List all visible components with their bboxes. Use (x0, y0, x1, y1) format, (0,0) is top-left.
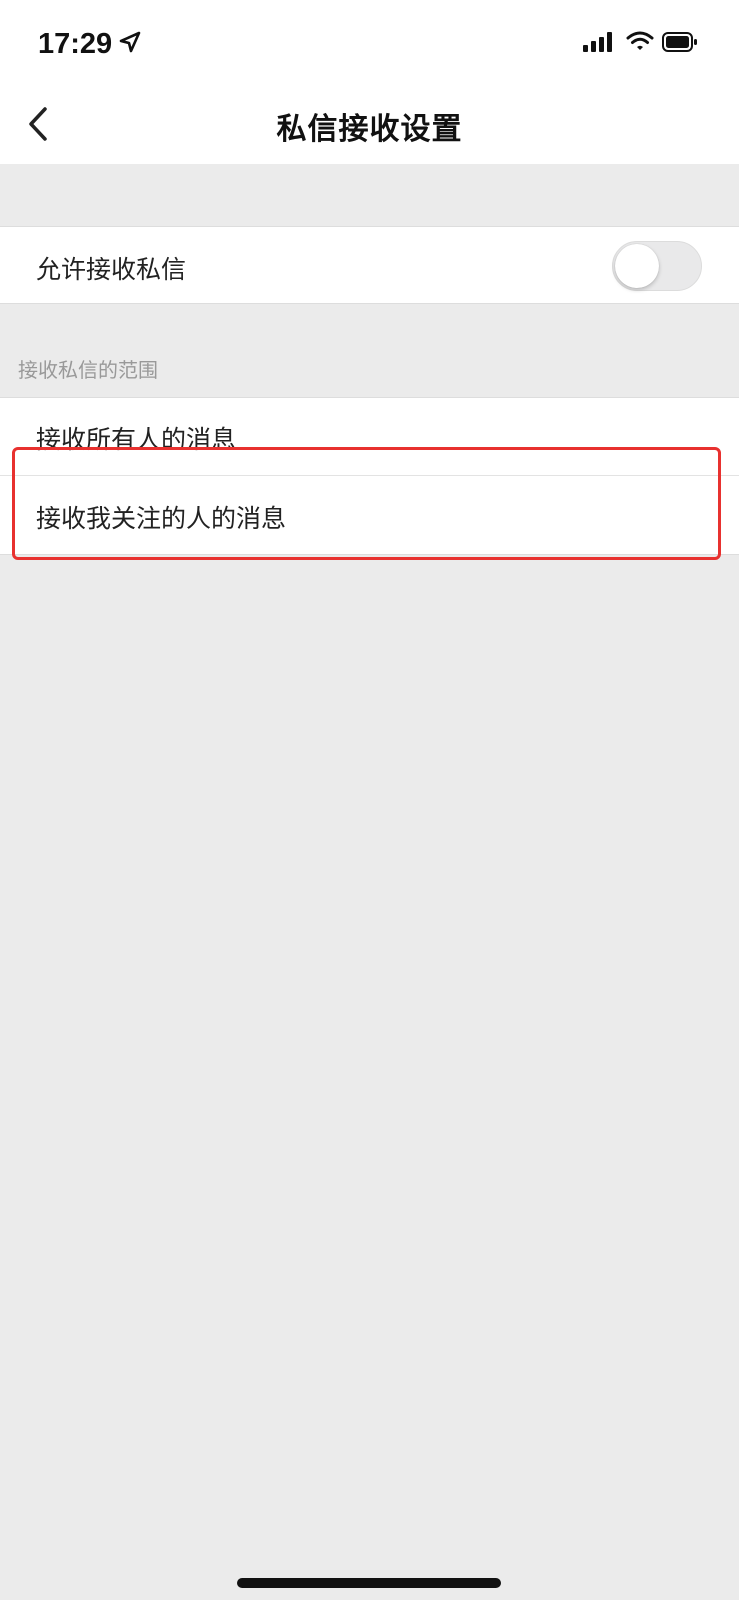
option-following-row[interactable]: 接收我关注的人的消息 (0, 475, 739, 555)
option-following-label: 接收我关注的人的消息 (36, 504, 287, 533)
wifi-icon (626, 30, 654, 56)
nav-bar: 私信接收设置 (0, 88, 739, 164)
scope-section-header: 接收私信的范围 (18, 358, 158, 382)
home-indicator (237, 1578, 501, 1588)
signal-icon (583, 31, 615, 57)
option-all-label: 接收所有人的消息 (36, 425, 237, 454)
page-title: 私信接收设置 (276, 112, 463, 147)
battery-icon (662, 31, 698, 57)
location-arrow-icon (119, 31, 141, 57)
allow-messages-row: 允许接收私信 (0, 226, 739, 304)
status-bar: 17:29 (0, 0, 739, 88)
toggle-knob (615, 244, 659, 288)
allow-messages-label: 允许接收私信 (36, 255, 187, 284)
status-time: 17:29 (38, 28, 113, 60)
allow-messages-toggle[interactable] (612, 241, 702, 291)
option-all-row[interactable]: 接收所有人的消息 (0, 397, 739, 475)
